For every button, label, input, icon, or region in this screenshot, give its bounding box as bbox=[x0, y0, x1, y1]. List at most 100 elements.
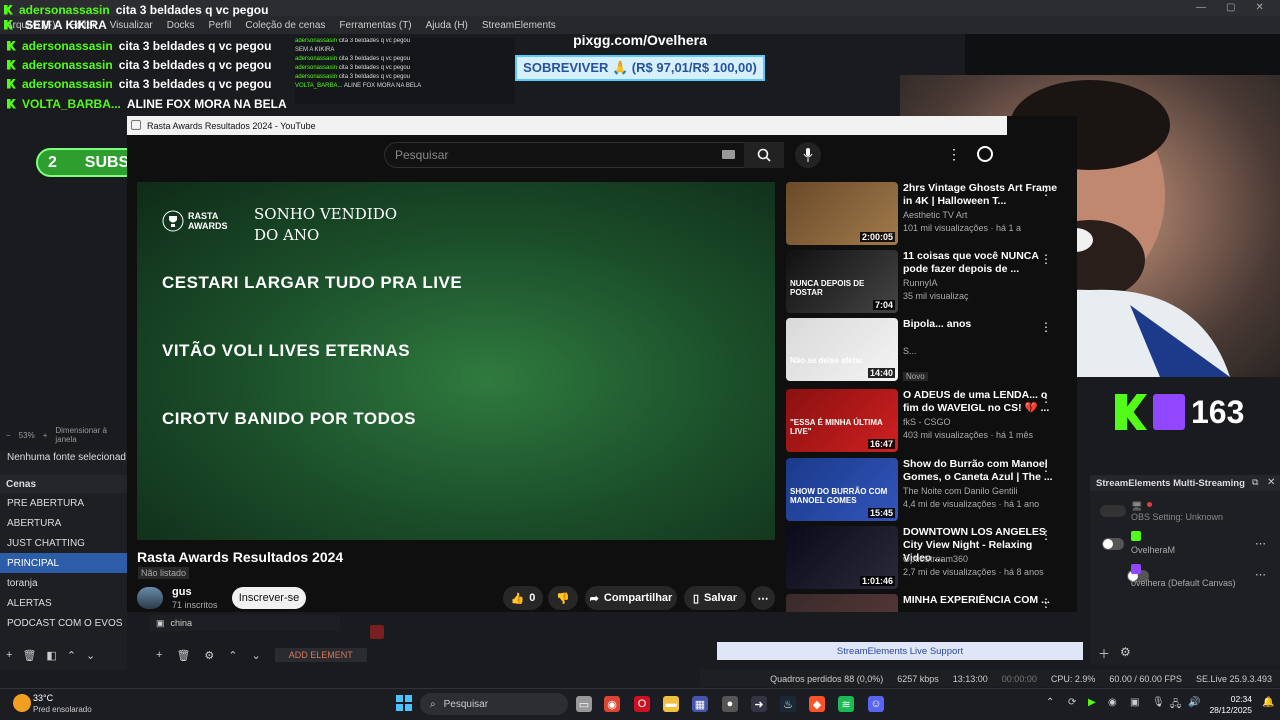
notifications-icon[interactable]: 🔔 bbox=[1262, 697, 1274, 708]
tray-mic-icon[interactable]: 🎙 bbox=[1152, 697, 1165, 708]
tray-volume-icon[interactable]: 🔊 bbox=[1188, 697, 1200, 708]
subscribe-button[interactable]: Inscrever-se bbox=[232, 587, 306, 609]
clock[interactable]: 02:34 28/12/2025 bbox=[1208, 694, 1252, 716]
video-channel[interactable]: RunnyIA bbox=[903, 278, 938, 288]
tray-play-icon[interactable]: ▶ bbox=[1088, 697, 1096, 708]
video-title[interactable]: Bipola... anos bbox=[903, 318, 1063, 331]
video-thumbnail[interactable]: "ESSA É MINHA ÚLTIMA LIVE" 16:47 bbox=[786, 389, 898, 452]
video-thumbnail[interactable]: NUNCA DEPOIS DE POSTAR 7:04 bbox=[786, 250, 898, 313]
add-scene-button[interactable]: + bbox=[6, 649, 12, 661]
voice-search-button[interactable] bbox=[795, 142, 821, 168]
weather-icon[interactable] bbox=[13, 694, 31, 712]
folder-icon[interactable]: ▬ bbox=[663, 696, 679, 712]
app-icon[interactable]: ▦ bbox=[692, 696, 708, 712]
video-channel[interactable]: Aesthetic TV Art bbox=[903, 210, 967, 220]
recommended-video[interactable]: Não se deixe afetar 14:40 Bipola... anos S.… bbox=[786, 318, 1076, 384]
video-menu-icon[interactable]: ⋮ bbox=[1040, 528, 1052, 542]
source-settings-icon[interactable]: ⚙ bbox=[204, 649, 214, 662]
share-button[interactable]: ➦ Compartilhar bbox=[585, 586, 677, 610]
chrome-icon[interactable]: ◉ bbox=[604, 696, 620, 712]
menu-item[interactable]: StreamElements bbox=[482, 20, 556, 31]
video-thumbnail[interactable]: 2:00:05 bbox=[786, 182, 898, 245]
tray-network-icon[interactable]: 🖧 bbox=[1170, 697, 1181, 714]
scene-item[interactable]: PRE ABERTURA bbox=[0, 493, 127, 513]
tray-bluetooth-icon[interactable]: ◉ bbox=[1108, 697, 1117, 708]
se-live-support-button[interactable]: StreamElements Live Support bbox=[717, 642, 1083, 660]
zoom-label[interactable]: Dimensionar à janela bbox=[55, 426, 127, 444]
brave-icon[interactable]: ◆ bbox=[809, 696, 825, 712]
arrow-app-icon[interactable]: ➜ bbox=[751, 696, 767, 712]
video-menu-icon[interactable]: ⋮ bbox=[1040, 252, 1052, 266]
steam-icon[interactable]: ♨ bbox=[780, 696, 796, 712]
video-thumbnail[interactable]: SHOW DO BURRÃO COM MANOEL GOMES 15:45 bbox=[786, 458, 898, 521]
recommended-video[interactable]: 2:00:05 2hrs Vintage Ghosts Art Frame in … bbox=[786, 182, 1076, 248]
add-element-button[interactable]: ADD ELEMENT bbox=[274, 648, 367, 662]
video-title[interactable]: O ADEUS de uma LENDA... o fim do WAVEIGL… bbox=[903, 389, 1063, 415]
video-channel[interactable]: S... bbox=[903, 346, 917, 356]
video-thumbnail[interactable] bbox=[786, 594, 898, 612]
close-panel-icon[interactable]: ✕ bbox=[1267, 477, 1275, 488]
more-menu-icon[interactable]: ⋮ bbox=[947, 146, 961, 163]
recommended-video[interactable]: MINHA EXPERIÊNCIA COM ... ⋮ bbox=[786, 594, 1076, 612]
kick-stream-toggle[interactable] bbox=[1102, 538, 1124, 550]
recommended-video[interactable]: 1:01:46 DOWNTOWN LOS ANGELES City View Ni… bbox=[786, 526, 1076, 592]
video-menu-icon[interactable]: ⋮ bbox=[1040, 596, 1052, 610]
zoom-plus[interactable]: + bbox=[43, 431, 48, 440]
video-title[interactable]: 11 coisas que você NUNCA pode fazer depo… bbox=[903, 250, 1063, 276]
discord-icon[interactable]: ☺ bbox=[868, 696, 884, 712]
tray-app-icon[interactable]: ▣ bbox=[1130, 697, 1139, 708]
recommended-video[interactable]: SHOW DO BURRÃO COM MANOEL GOMES 15:45 Show… bbox=[786, 458, 1076, 524]
account-icon[interactable] bbox=[977, 146, 993, 162]
menu-item[interactable]: Ajuda (H) bbox=[426, 20, 468, 31]
video-menu-icon[interactable]: ⋮ bbox=[1040, 320, 1052, 334]
channel-name[interactable]: gus bbox=[172, 586, 192, 598]
search-button[interactable] bbox=[744, 142, 784, 168]
source-down-button[interactable]: ⌄ bbox=[252, 649, 261, 662]
taskbar-search[interactable]: ⌕ Pesquisar bbox=[420, 693, 568, 715]
video-channel[interactable]: OpticStream360 bbox=[903, 554, 968, 564]
more-actions-button[interactable]: ⋯ bbox=[751, 586, 775, 610]
keyboard-icon[interactable] bbox=[722, 150, 735, 159]
scene-item[interactable]: JUST CHATTING bbox=[0, 533, 127, 553]
maximize-button[interactable]: ▢ bbox=[1226, 2, 1235, 13]
dislike-button[interactable]: 👎 bbox=[548, 586, 578, 610]
move-down-button[interactable]: ⌄ bbox=[86, 649, 95, 662]
start-button[interactable] bbox=[396, 695, 412, 711]
menu-item[interactable]: Ferramentas (T) bbox=[339, 20, 411, 31]
remove-source-button[interactable]: 🗑 bbox=[176, 649, 190, 662]
add-target-button[interactable]: ＋ bbox=[1098, 645, 1110, 662]
move-up-button[interactable]: ⌃ bbox=[67, 649, 76, 662]
source-up-button[interactable]: ⌃ bbox=[228, 649, 237, 662]
video-title[interactable]: 2hrs Vintage Ghosts Art Frame in 4K | Ha… bbox=[903, 182, 1063, 208]
channel-avatar[interactable] bbox=[137, 587, 163, 609]
video-thumbnail[interactable]: 1:01:46 bbox=[786, 526, 898, 589]
spotify-icon[interactable]: ≋ bbox=[838, 696, 854, 712]
filter-button[interactable]: ◧ bbox=[46, 649, 56, 662]
video-menu-icon[interactable]: ⋮ bbox=[1040, 184, 1052, 198]
source-row[interactable]: ▣ china bbox=[150, 615, 340, 631]
save-button[interactable]: ▯ Salvar bbox=[684, 586, 746, 610]
minimize-button[interactable]: — bbox=[1196, 2, 1206, 13]
video-channel[interactable]: The Noite com Danilo Gentili bbox=[903, 486, 1018, 496]
opera-icon[interactable]: O bbox=[634, 696, 650, 712]
settings-icon[interactable]: ⚙ bbox=[1120, 645, 1131, 659]
tray-chevron-icon[interactable]: ⌃ bbox=[1046, 697, 1054, 708]
recommended-video[interactable]: "ESSA É MINHA ÚLTIMA LIVE" 16:47 O ADEUS d… bbox=[786, 389, 1076, 455]
video-title[interactable]: MINHA EXPERIÊNCIA COM ... bbox=[903, 594, 1063, 607]
video-thumbnail[interactable]: Não se deixe afetar 14:40 bbox=[786, 318, 898, 381]
zoom-minus[interactable]: − bbox=[6, 431, 11, 440]
recommended-video[interactable]: NUNCA DEPOIS DE POSTAR 7:04 11 coisas que … bbox=[786, 250, 1076, 316]
obs-icon[interactable]: ● bbox=[722, 696, 738, 712]
scene-item[interactable]: PODCAST COM O EVOS bbox=[0, 613, 127, 633]
scene-item[interactable]: PRINCIPAL bbox=[0, 553, 127, 573]
target-menu-icon[interactable]: ⋯ bbox=[1255, 568, 1266, 581]
video-title[interactable]: Show do Burrão com Manoel Gomes, o Canet… bbox=[903, 458, 1063, 484]
video-menu-icon[interactable]: ⋮ bbox=[1040, 460, 1052, 474]
scene-item[interactable]: ALERTAS bbox=[0, 593, 127, 613]
target-menu-icon[interactable]: ⋯ bbox=[1255, 537, 1266, 550]
scene-item[interactable]: toranja bbox=[0, 573, 127, 593]
undock-icon[interactable]: ⧉ bbox=[1252, 477, 1258, 488]
add-source-button[interactable]: + bbox=[156, 649, 162, 661]
file-explorer-icon[interactable]: ▭ bbox=[576, 696, 592, 712]
like-button[interactable]: 👍 0 bbox=[503, 586, 543, 610]
